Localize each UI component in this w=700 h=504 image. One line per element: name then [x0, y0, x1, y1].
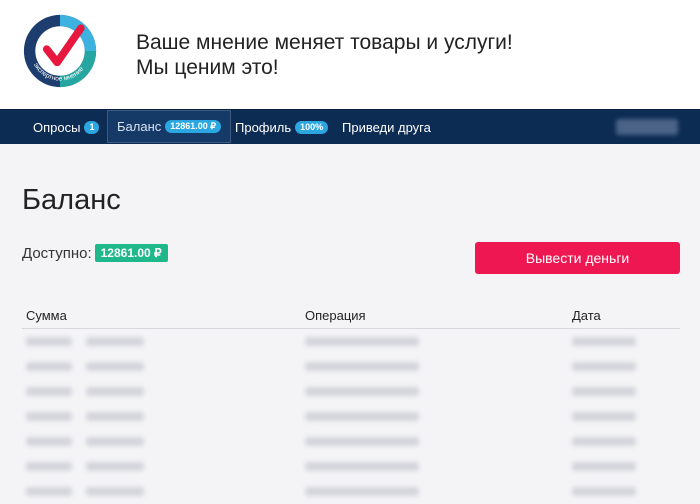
balance-badge: 12861.00 ₽ [165, 120, 222, 133]
nav-item-surveys[interactable]: Опросы 1 [33, 110, 100, 144]
available-amount-badge: 12861.00 ₽ [94, 244, 168, 262]
profile-completion-badge: 100% [295, 120, 329, 134]
redacted-date [572, 337, 636, 346]
logo[interactable]: экспертное мнение [22, 13, 98, 89]
main-nav: Опросы 1 Баланс 12861.00 ₽ Профиль 100% … [0, 109, 700, 144]
table-header: Сумма Операция Дата [22, 306, 680, 329]
redacted-id [86, 487, 144, 496]
redacted-id [86, 437, 144, 446]
tagline: Ваше мнение меняет товары и услуги! Мы ц… [136, 30, 513, 80]
table-row [22, 404, 680, 429]
page-title: Баланс [22, 184, 121, 216]
nav-item-profile[interactable]: Профиль 100% [235, 110, 329, 144]
table-row [22, 329, 680, 354]
nav-item-balance[interactable]: Баланс 12861.00 ₽ [107, 110, 232, 143]
redacted-amount [26, 362, 72, 371]
table-row [22, 379, 680, 404]
column-header-amount: Сумма [26, 308, 67, 323]
tagline-line1: Ваше мнение меняет товары и услуги! [136, 31, 513, 54]
transactions-table: Сумма Операция Дата [22, 306, 680, 504]
redacted-amount [26, 487, 72, 496]
redacted-date [572, 387, 636, 396]
table-row [22, 454, 680, 479]
redacted-date [572, 362, 636, 371]
redacted-id [86, 412, 144, 421]
redacted-id [86, 387, 144, 396]
column-header-operation: Операция [305, 308, 366, 323]
column-header-date: Дата [572, 308, 601, 323]
withdraw-button[interactable]: Вывести деньги [475, 242, 680, 274]
table-row [22, 429, 680, 454]
redacted-operation [305, 337, 419, 346]
redacted-amount [26, 387, 72, 396]
site-header: экспертное мнение Ваше мнение меняет тов… [0, 0, 700, 109]
redacted-date [572, 437, 636, 446]
redacted-amount [26, 412, 72, 421]
redacted-operation [305, 412, 419, 421]
available-balance: Доступно: 12861.00 ₽ [22, 244, 168, 262]
redacted-date [572, 412, 636, 421]
nav-item-label: Приведи друга [342, 119, 431, 135]
redacted-date [572, 462, 636, 471]
redacted-id [86, 462, 144, 471]
redacted-id [86, 362, 144, 371]
redacted-operation [305, 387, 419, 396]
surveys-count-badge: 1 [84, 120, 100, 134]
redacted-operation [305, 462, 419, 471]
user-menu[interactable] [616, 119, 678, 135]
nav-item-label: Баланс [117, 119, 162, 134]
nav-item-label: Профиль [235, 119, 292, 135]
redacted-id [86, 337, 144, 346]
available-label: Доступно: [22, 244, 92, 262]
tagline-line2: Мы ценим это! [136, 56, 279, 79]
table-row [22, 479, 680, 504]
redacted-operation [305, 437, 419, 446]
redacted-operation [305, 362, 419, 371]
redacted-amount [26, 337, 72, 346]
nav-item-invite-friend[interactable]: Приведи друга [342, 110, 431, 144]
redacted-amount [26, 462, 72, 471]
table-row [22, 354, 680, 379]
redacted-date [572, 487, 636, 496]
nav-item-label: Опросы [33, 119, 81, 135]
redacted-amount [26, 437, 72, 446]
redacted-operation [305, 487, 419, 496]
